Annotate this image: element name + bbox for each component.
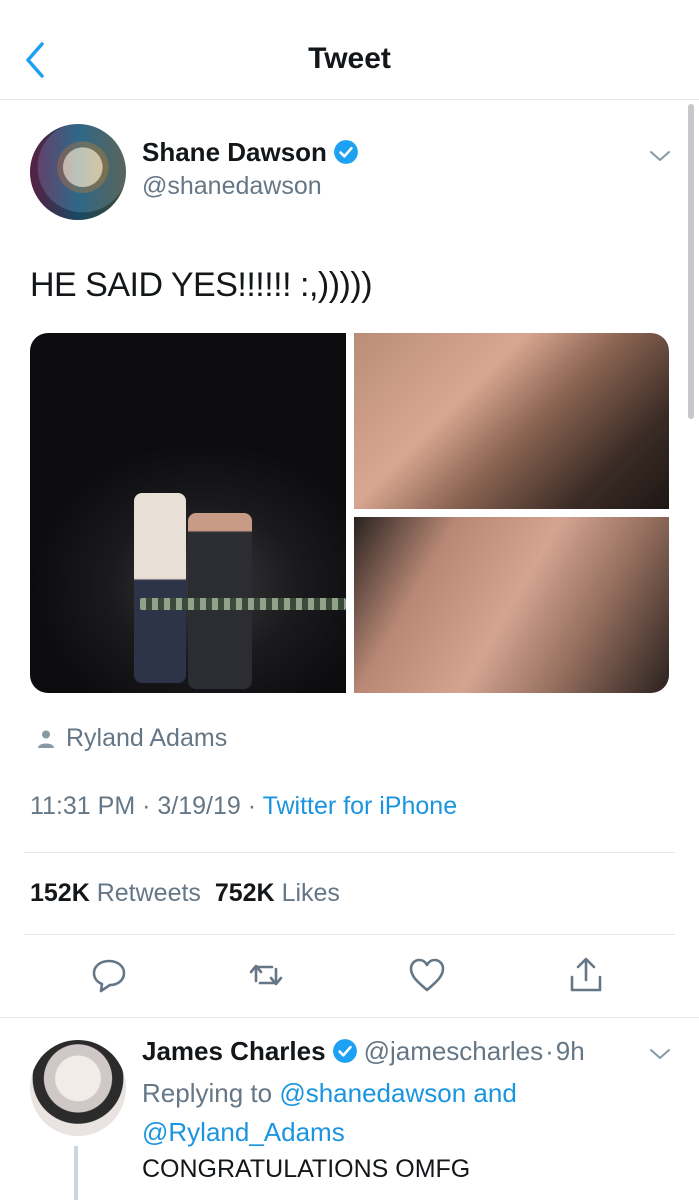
reply-button[interactable] — [89, 955, 129, 995]
tweet-options-chevron-icon[interactable] — [648, 146, 672, 166]
photo-figure-standing — [134, 493, 186, 683]
tweet-time: 11:31 PM — [30, 792, 136, 820]
photo-proposal[interactable] — [30, 333, 346, 693]
reply-author-handle[interactable]: @jamescharles — [364, 1036, 544, 1066]
replying-to-link-1[interactable]: @shanedawson — [279, 1078, 466, 1108]
author-avatar[interactable] — [30, 124, 126, 220]
reply-time-ago: 9h — [555, 1036, 585, 1066]
replying-to-prefix: Replying to — [142, 1078, 273, 1108]
replying-to-link-2[interactable]: @Ryland_Adams — [142, 1117, 345, 1147]
retweets-label: Retweets — [96, 879, 201, 907]
tweet-source-link[interactable]: Twitter for iPhone — [263, 792, 458, 820]
photo-selfie-smiling[interactable] — [354, 333, 669, 509]
photo-selfie-kiss[interactable] — [354, 517, 669, 693]
retweets-count: 152K — [30, 879, 90, 907]
tweet-date: 3/19/19 — [157, 792, 241, 820]
tweet-timestamp-row: 11:31 PM · 3/19/19 · Twitter for iPhone — [30, 792, 458, 820]
person-icon — [38, 730, 54, 748]
retweets-stat[interactable]: 152K Retweets — [30, 879, 201, 907]
top-nav-bar: Tweet — [0, 0, 699, 100]
page-title: Tweet — [308, 42, 391, 75]
author-name-text[interactable]: Shane Dawson — [142, 137, 327, 167]
replying-to-line: Replying to @shanedawson and @Ryland_Ada… — [142, 1074, 662, 1152]
reply-text: CONGRATULATIONS OMFG — [142, 1155, 471, 1183]
heart-icon — [409, 958, 445, 992]
divider — [0, 1017, 699, 1018]
scrollbar[interactable] — [688, 104, 694, 419]
retweet-icon — [249, 964, 283, 986]
verified-badge-icon — [334, 140, 358, 164]
reply-icon — [92, 959, 126, 993]
reply-options-chevron-icon[interactable] — [648, 1044, 672, 1064]
tweet-stats-row: 152K Retweets 752K Likes — [30, 879, 340, 908]
thread-connector-line — [74, 1146, 78, 1200]
share-icon — [570, 957, 602, 992]
author-handle[interactable]: @shanedawson — [142, 172, 322, 201]
author-name[interactable]: Shane Dawson — [142, 137, 359, 168]
divider — [24, 852, 675, 853]
retweet-button[interactable] — [246, 955, 286, 995]
verified-badge-icon — [332, 1039, 357, 1063]
likes-count: 752K — [214, 879, 275, 907]
reply-separator-dot: · — [545, 1036, 554, 1066]
tweet-action-bar — [0, 955, 699, 999]
likes-stat[interactable]: 752K Likes — [215, 879, 340, 907]
tweet-text: HE SAID YES!!!!!! :,))))) — [30, 266, 373, 304]
replying-to-conjunction: and — [473, 1078, 517, 1108]
reply-author-name[interactable]: James Charles — [142, 1036, 326, 1066]
reply-header: James Charles @jamescharles·9h — [142, 1036, 585, 1067]
tweet-media-grid — [30, 333, 669, 693]
share-button[interactable] — [566, 955, 606, 995]
reply-author-avatar[interactable] — [30, 1040, 126, 1136]
divider — [24, 934, 675, 935]
tagged-person-name[interactable]: Ryland Adams — [66, 724, 227, 753]
likes-label: Likes — [281, 879, 340, 907]
like-button[interactable] — [407, 955, 447, 995]
photo-ground-lights — [140, 598, 346, 610]
